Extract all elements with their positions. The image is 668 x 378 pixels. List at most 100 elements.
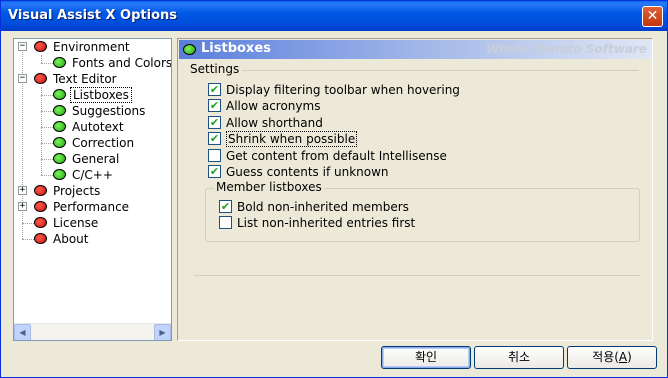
- tomato-icon: [53, 105, 66, 116]
- ok-button-label: 확인: [414, 350, 438, 364]
- tree-item-label: Environment: [53, 40, 130, 54]
- option-display-filtering-toolbar[interactable]: ✔ Display filtering toolbar when hovering: [208, 82, 460, 98]
- tomato-icon: [53, 89, 66, 100]
- tomato-icon: [34, 201, 47, 212]
- panel-header: Listboxes Whole Tomato Software: [179, 40, 651, 59]
- checkbox[interactable]: ✔: [208, 99, 221, 112]
- apply-accelerator-key: A: [618, 350, 628, 364]
- tree-item-performance[interactable]: + Performance: [18, 199, 131, 215]
- option-label: Guess contents if unknown: [226, 165, 389, 179]
- tree-item-label: Fonts and Colors: [72, 56, 172, 70]
- tree-item-label: Text Editor: [53, 72, 117, 86]
- options-tree[interactable]: − Environment Fonts and Colors − Text Ed…: [13, 38, 172, 341]
- brand-label: Whole Tomato Software: [485, 42, 647, 56]
- tree-item-label: C/C++: [72, 168, 113, 182]
- expand-icon[interactable]: +: [18, 202, 27, 211]
- tree-hline: [41, 95, 53, 96]
- checkbox[interactable]: ✔: [208, 165, 221, 178]
- options-dialog: Visual Assist X Options ✕ − Environment: [0, 0, 668, 378]
- option-allow-shorthand[interactable]: ✔ Allow shorthand: [208, 115, 323, 131]
- close-button[interactable]: ✕: [642, 6, 663, 27]
- member-group-label: Member listboxes: [214, 180, 324, 194]
- tree-item-autotext[interactable]: Autotext: [53, 119, 126, 135]
- apply-button[interactable]: 적용(A): [567, 346, 657, 369]
- tree-item-label: Autotext: [72, 120, 124, 134]
- tomato-icon: [34, 233, 47, 244]
- option-label: Display filtering toolbar when hovering: [226, 83, 460, 97]
- tree-item-label: License: [53, 216, 99, 230]
- tree-item-general[interactable]: General: [53, 151, 121, 167]
- tree-hline: [41, 175, 53, 176]
- option-shrink-when-possible[interactable]: ✔ Shrink when possible: [208, 131, 358, 147]
- option-list-non-inherited-first[interactable]: List non-inherited entries first: [219, 215, 415, 231]
- tree-content: − Environment Fonts and Colors − Text Ed…: [14, 39, 171, 324]
- tree-item-license[interactable]: License: [34, 215, 100, 231]
- tree-item-listboxes[interactable]: Listboxes: [53, 87, 132, 103]
- settings-group-label: Settings: [190, 62, 240, 76]
- tree-env-line: [41, 55, 42, 63]
- panel-title: Listboxes: [201, 41, 271, 56]
- option-label: Bold non-inherited members: [237, 200, 409, 214]
- collapse-icon[interactable]: −: [18, 42, 27, 51]
- tree-item-label: Projects: [53, 184, 101, 198]
- tomato-icon: [53, 169, 66, 180]
- tree-horizontal-scrollbar[interactable]: ◀ ▶: [14, 323, 171, 340]
- panel-bottom-divider: [194, 275, 640, 276]
- tree-item-label: General: [72, 152, 120, 166]
- tree-item-label: Performance: [53, 200, 130, 214]
- option-label: Allow acronyms: [226, 99, 321, 113]
- checkbox[interactable]: ✔: [219, 200, 232, 213]
- option-label: Get content from default Intellisense: [226, 149, 447, 163]
- tree-hline: [41, 111, 53, 112]
- option-allow-acronyms[interactable]: ✔ Allow acronyms: [208, 98, 320, 114]
- tree-hline: [22, 239, 34, 240]
- tree-item-suggestions[interactable]: Suggestions: [53, 103, 147, 119]
- option-bold-non-inherited[interactable]: ✔ Bold non-inherited members: [219, 199, 409, 215]
- tree-item-projects[interactable]: + Projects: [18, 183, 102, 199]
- tree-item-label: Correction: [72, 136, 135, 150]
- tomato-icon: [53, 137, 66, 148]
- tree-item-correction[interactable]: Correction: [53, 135, 136, 151]
- tomato-icon: [34, 41, 47, 52]
- tree-hline: [22, 223, 34, 224]
- tomato-icon: [53, 153, 66, 164]
- option-label: Shrink when possible: [226, 131, 358, 147]
- checkbox[interactable]: ✔: [208, 83, 221, 96]
- cancel-button-label: 취소: [507, 350, 531, 364]
- scroll-left-button[interactable]: ◀: [14, 324, 31, 340]
- option-label: Allow shorthand: [226, 116, 323, 130]
- ok-button[interactable]: 확인: [381, 346, 471, 369]
- tree-item-fonts-and-colors[interactable]: Fonts and Colors: [53, 55, 172, 71]
- tree-item-label: Suggestions: [72, 104, 146, 118]
- tree-item-label: Listboxes: [70, 87, 132, 103]
- tree-item-text-editor[interactable]: − Text Editor: [18, 71, 119, 87]
- tomato-icon: [53, 121, 66, 132]
- checkbox[interactable]: [208, 149, 221, 162]
- collapse-icon[interactable]: −: [18, 74, 27, 83]
- settings-divider: [242, 70, 639, 71]
- option-default-intellisense[interactable]: Get content from default Intellisense: [208, 148, 447, 164]
- tree-hline: [41, 127, 53, 128]
- tree-item-about[interactable]: About: [34, 231, 90, 247]
- tree-hline: [41, 63, 53, 64]
- tree-hline: [41, 159, 53, 160]
- apply-button-label: 적용(A): [592, 350, 632, 364]
- tomato-icon: [34, 217, 47, 228]
- expand-icon[interactable]: +: [18, 186, 27, 195]
- tree-item-environment[interactable]: − Environment: [18, 39, 132, 55]
- apply-label-prefix: 적용(: [592, 350, 619, 364]
- tomato-icon: [183, 44, 196, 55]
- scroll-right-button[interactable]: ▶: [154, 324, 171, 340]
- tree-item-c-cpp[interactable]: C/C++: [53, 167, 115, 183]
- tree-editor-line: [41, 87, 42, 175]
- window-title: Visual Assist X Options: [8, 8, 178, 23]
- arrow-left-icon: ◀: [19, 328, 26, 337]
- option-guess-contents[interactable]: ✔ Guess contents if unknown: [208, 164, 389, 180]
- arrow-right-icon: ▶: [159, 328, 166, 337]
- checkbox[interactable]: ✔: [208, 116, 221, 129]
- title-bar[interactable]: Visual Assist X Options ✕: [1, 1, 667, 31]
- tree-hline: [41, 143, 53, 144]
- checkbox[interactable]: ✔: [208, 132, 221, 145]
- cancel-button[interactable]: 취소: [474, 346, 564, 369]
- checkbox[interactable]: [219, 216, 232, 229]
